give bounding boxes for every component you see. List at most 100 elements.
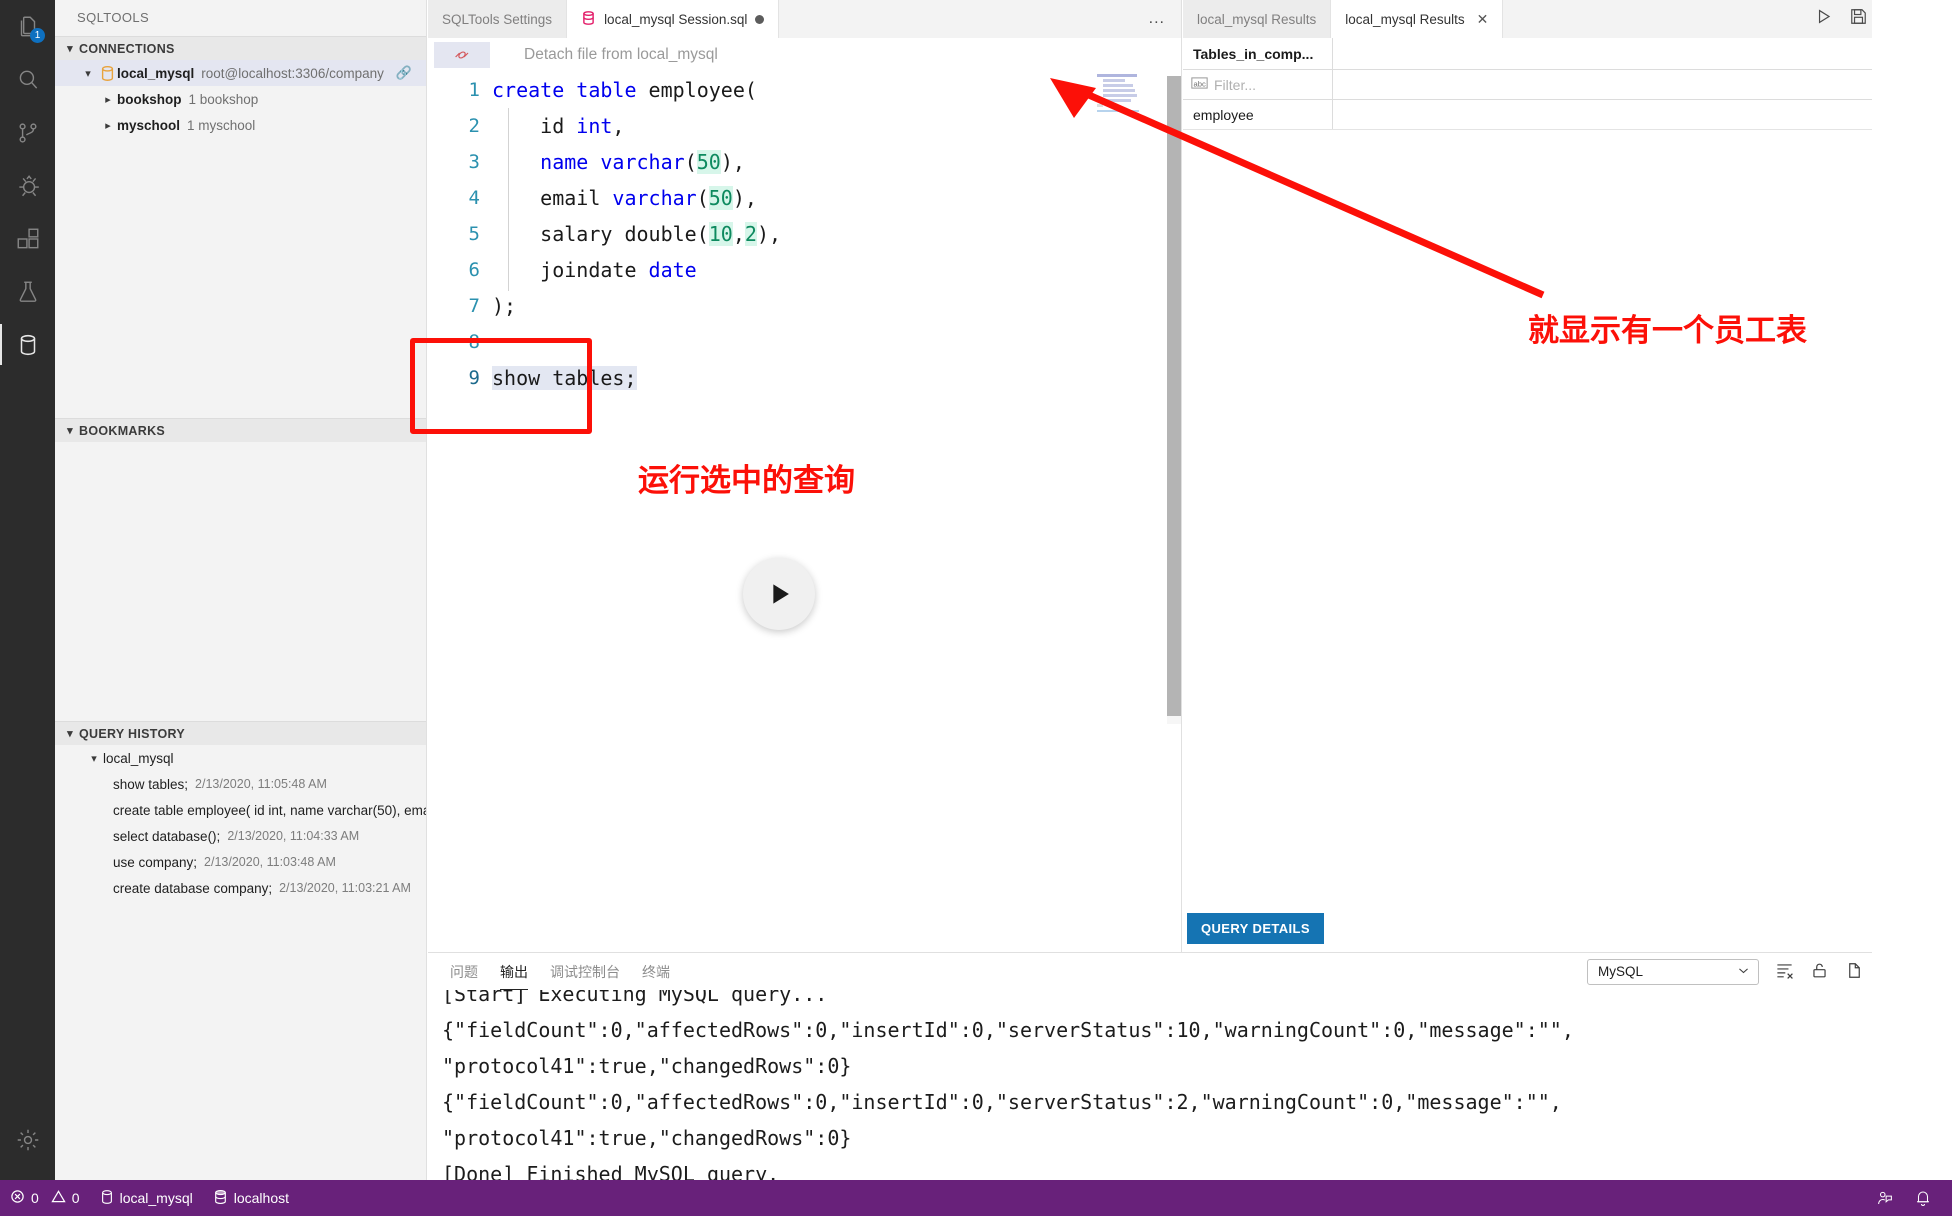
query-history-item[interactable]: show tables; 2/13/2020, 11:05:48 AM	[55, 771, 426, 797]
bottom-panel: 问题 输出 调试控制台 终端 MySQL [Start] Executing M…	[428, 952, 1952, 1180]
open-editor-icon[interactable]	[1845, 961, 1864, 983]
bookmarks-section-header[interactable]: ▾ BOOKMARKS	[55, 418, 426, 442]
line-number: 2	[468, 115, 480, 137]
save-icon[interactable]	[1849, 7, 1868, 31]
tab-label: local_mysql Session.sql	[604, 11, 748, 27]
query-history-item[interactable]: create table employee( id int, name varc…	[55, 797, 426, 823]
bookmarks-header-label: BOOKMARKS	[79, 423, 166, 438]
run-and-debug-icon[interactable]	[0, 159, 55, 212]
extensions-icon[interactable]	[0, 212, 55, 265]
search-icon[interactable]	[0, 53, 55, 106]
server-icon	[213, 1189, 228, 1208]
tree-item-database-bookshop[interactable]: ▸ bookshop 1 bookshop	[55, 86, 426, 112]
code-token: 2	[744, 222, 757, 246]
svg-text:abc: abc	[1194, 79, 1206, 88]
chevron-down-icon: ▾	[67, 424, 73, 437]
database-icon	[97, 65, 117, 82]
line-number: 7	[468, 295, 480, 317]
explorer-icon[interactable]: 1	[0, 0, 55, 53]
code-line: 2 id int,	[428, 108, 1181, 144]
tab-sqltools-settings[interactable]: SQLTools Settings	[428, 0, 568, 38]
panel-tab-debug-console[interactable]: 调试控制台	[550, 953, 620, 990]
code-token: );	[492, 294, 517, 318]
clear-output-icon[interactable]	[1775, 961, 1794, 983]
status-problems[interactable]: 0 0	[0, 1180, 90, 1216]
run-query-overlay-button[interactable]	[743, 558, 815, 630]
panel-tab-terminal[interactable]: 终端	[642, 953, 670, 990]
sql-connection-gutter-icon[interactable]	[434, 42, 490, 68]
minimap[interactable]	[1097, 72, 1141, 772]
code-token: table	[576, 78, 637, 102]
more-actions-icon[interactable]: ...	[1149, 10, 1165, 28]
output-content[interactable]: [Start] Executing MySQL query... {"field…	[428, 990, 1952, 1180]
pin-icon[interactable]: 🔗	[396, 65, 412, 81]
close-icon[interactable]: ✕	[1477, 11, 1489, 28]
tab-label: local_mysql Results	[1197, 11, 1317, 27]
results-filter-cell-blank[interactable]	[1333, 70, 1952, 99]
code-token: (	[684, 150, 697, 174]
connections-tree-empty-space	[55, 138, 426, 418]
table-row[interactable]: employee	[1183, 100, 1952, 130]
query-history-group[interactable]: ▾ local_mysql	[55, 745, 426, 771]
query-history-header-label: QUERY HISTORY	[79, 726, 186, 741]
chevron-right-icon: ▸	[105, 93, 111, 106]
code-token: ),	[720, 150, 745, 174]
tree-item-connection-local-mysql[interactable]: ▾ local_mysql root@localhost:3306/compan…	[55, 60, 426, 86]
query-history-time: 2/13/2020, 11:04:33 AM	[227, 829, 360, 843]
results-column-header-blank	[1333, 38, 1952, 69]
database-name: myschool	[117, 117, 181, 133]
explorer-badge: 1	[30, 28, 45, 43]
panel-tab-output[interactable]: 输出	[500, 953, 528, 990]
code-token: (	[696, 186, 709, 210]
run-icon[interactable]	[1814, 7, 1833, 31]
database-icon	[100, 1189, 114, 1208]
tree-item-database-myschool[interactable]: ▸ myschool 1 myschool	[55, 112, 426, 138]
tab-results-1[interactable]: local_mysql Results	[1183, 0, 1332, 38]
query-details-button[interactable]: QUERY DETAILS	[1187, 913, 1324, 944]
query-history-section-header[interactable]: ▾ QUERY HISTORY	[55, 721, 426, 745]
connections-section-header[interactable]: ▾ CONNECTIONS	[55, 36, 426, 60]
line-number: 8	[468, 331, 480, 353]
filter-abc-icon: abc	[1191, 76, 1208, 93]
output-line: {"fieldCount":0,"affectedRows":0,"insert…	[442, 1018, 1574, 1042]
code-token: date	[648, 258, 697, 282]
status-host[interactable]: localhost	[203, 1180, 299, 1216]
output-channel-select[interactable]: MySQL	[1587, 958, 1759, 985]
source-control-icon[interactable]	[0, 106, 55, 159]
chevron-down-icon: ▾	[67, 42, 73, 55]
code-token: 50	[696, 150, 721, 174]
panel-tab-problems[interactable]: 问题	[450, 953, 478, 990]
code-line: 1 create table employee(	[428, 72, 1181, 108]
lock-scroll-icon[interactable]	[1810, 961, 1829, 983]
query-history-item[interactable]: select database(); 2/13/2020, 11:04:33 A…	[55, 823, 426, 849]
connection-name: local_mysql	[117, 65, 195, 81]
query-history-item[interactable]: use company; 2/13/2020, 11:03:48 AM	[55, 849, 426, 875]
sqltools-database-icon[interactable]	[0, 318, 55, 371]
code-line: 5 salary double(10,2),	[428, 216, 1181, 252]
code-token: varchar	[612, 186, 697, 210]
status-feedback[interactable]	[1866, 1180, 1904, 1216]
codelens-detach-file[interactable]: Detach file from local_mysql	[524, 38, 718, 72]
tab-local-mysql-session-sql[interactable]: local_mysql Session.sql	[567, 0, 780, 38]
query-history-item[interactable]: create database company; 2/13/2020, 11:0…	[55, 875, 426, 901]
results-filter-cell[interactable]: abc Filter...	[1183, 70, 1333, 99]
testing-icon[interactable]	[0, 265, 55, 318]
output-line: [Done] Finished MySQL query.	[442, 1162, 780, 1180]
connection-detail: root@localhost:3306/company	[201, 65, 384, 81]
tab-results-2[interactable]: local_mysql Results ✕	[1331, 0, 1504, 38]
results-cell: employee	[1183, 100, 1333, 129]
status-connection[interactable]: local_mysql	[90, 1180, 203, 1216]
query-history-query: create table employee( id int, name varc…	[113, 802, 426, 818]
database-detail: 1 bookshop	[188, 91, 259, 107]
query-history-query: create database company;	[113, 880, 273, 896]
window-right-gap	[1872, 0, 1952, 1180]
code-token: ),	[732, 186, 757, 210]
editor-tabbar-right: local_mysql Results local_mysql Results …	[1183, 0, 1952, 38]
results-column-header[interactable]: Tables_in_comp...	[1183, 38, 1333, 69]
manage-gear-icon[interactable]	[0, 1113, 55, 1166]
editor-scrollbar-thumb[interactable]	[1167, 76, 1181, 716]
code-token-selected-query[interactable]: show tables;	[492, 366, 637, 390]
status-notifications[interactable]	[1904, 1180, 1952, 1216]
code-token: varchar	[600, 150, 685, 174]
annotation-result-note: 就显示有一个员工表	[1528, 313, 1807, 349]
